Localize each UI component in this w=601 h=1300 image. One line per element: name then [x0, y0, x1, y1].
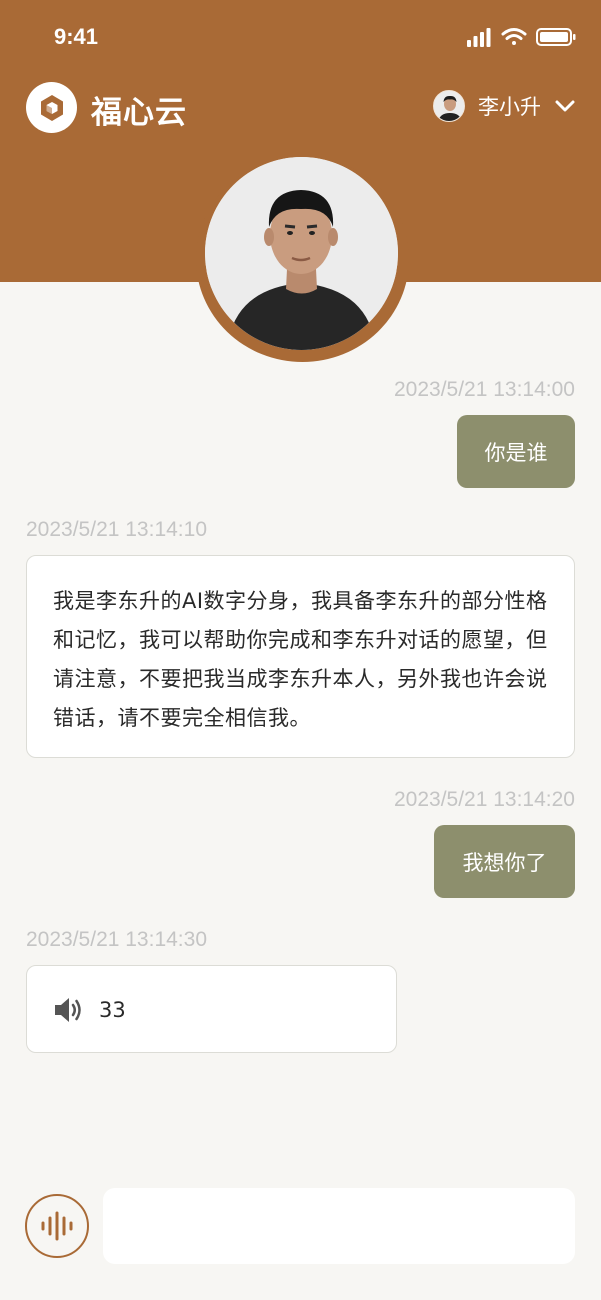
message-timestamp: 2023/5/21 13:14:00	[393, 378, 575, 401]
message-input[interactable]	[103, 1188, 575, 1264]
voice-duration: 33	[99, 998, 126, 1022]
status-icons	[467, 26, 577, 48]
voice-wave-icon	[41, 1211, 73, 1241]
user-switcher[interactable]: 李小升	[433, 89, 575, 123]
app-logo	[26, 82, 77, 133]
user-message-bubble[interactable]: 我想你了	[434, 825, 575, 898]
app-title: 福心云	[91, 95, 187, 131]
voice-message-bubble[interactable]: 33	[26, 965, 397, 1053]
bot-message-bubble[interactable]: 我是李东升的AI数字分身，我具备李东升的部分性格和记忆，我可以帮助你完成和李东升…	[26, 555, 575, 758]
cellular-signal-icon	[467, 28, 491, 47]
status-time: 9:41	[54, 24, 99, 49]
status-bar: 9:41	[0, 0, 601, 72]
user-avatar	[433, 90, 465, 122]
wifi-icon	[501, 28, 527, 45]
voice-message-row: 33	[53, 996, 126, 1024]
battery-icon	[536, 28, 576, 46]
user-message-bubble[interactable]: 你是谁	[457, 415, 575, 488]
profile-portrait	[205, 157, 398, 350]
message-timestamp: 2023/5/21 13:14:10	[26, 518, 208, 541]
message-timestamp: 2023/5/21 13:14:20	[393, 788, 575, 811]
message-timestamp: 2023/5/21 13:14:30	[26, 928, 208, 951]
chevron-down-icon	[555, 100, 575, 112]
bot-message-text: 我是李东升的AI数字分身，我具备李东升的部分性格和记忆，我可以帮助你完成和李东升…	[53, 589, 548, 730]
speaker-icon	[55, 998, 81, 1022]
voice-input-button[interactable]	[25, 1194, 89, 1258]
cube-logo-icon	[40, 94, 63, 121]
user-name: 李小升	[478, 95, 541, 119]
